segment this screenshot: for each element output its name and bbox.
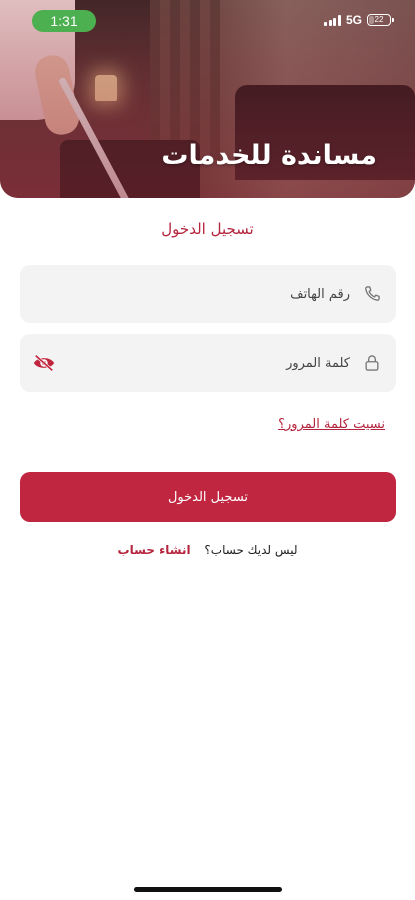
battery-icon: 22 xyxy=(367,14,394,26)
home-indicator[interactable] xyxy=(134,887,282,892)
login-heading: تسجيل الدخول xyxy=(161,220,254,238)
app-title: مساندة للخدمات xyxy=(161,140,377,171)
battery-fill xyxy=(369,16,374,24)
create-account-link[interactable]: انشاء حساب xyxy=(118,543,191,557)
password-input[interactable] xyxy=(70,334,350,392)
password-field[interactable] xyxy=(20,334,396,392)
status-time: 1:31 xyxy=(32,10,96,32)
eye-slash-icon[interactable] xyxy=(32,353,56,373)
network-type: 5G xyxy=(345,13,362,27)
battery-level: 22 xyxy=(374,15,384,24)
battery-nub xyxy=(392,18,394,22)
status-indicators: 5G 22 xyxy=(324,13,394,27)
lock-icon xyxy=(365,355,379,371)
login-button[interactable]: تسجيل الدخول xyxy=(20,472,396,522)
no-account-text: ليس لديك حساب؟ xyxy=(204,543,298,557)
signup-row: ليس لديك حساب؟ انشاء حساب xyxy=(0,543,415,557)
signal-icon xyxy=(324,14,341,26)
forgot-password-link[interactable]: نسيت كلمة المرور؟ xyxy=(278,417,385,432)
phone-field[interactable] xyxy=(20,265,396,323)
phone-input[interactable] xyxy=(70,265,350,323)
phone-icon xyxy=(365,286,380,301)
